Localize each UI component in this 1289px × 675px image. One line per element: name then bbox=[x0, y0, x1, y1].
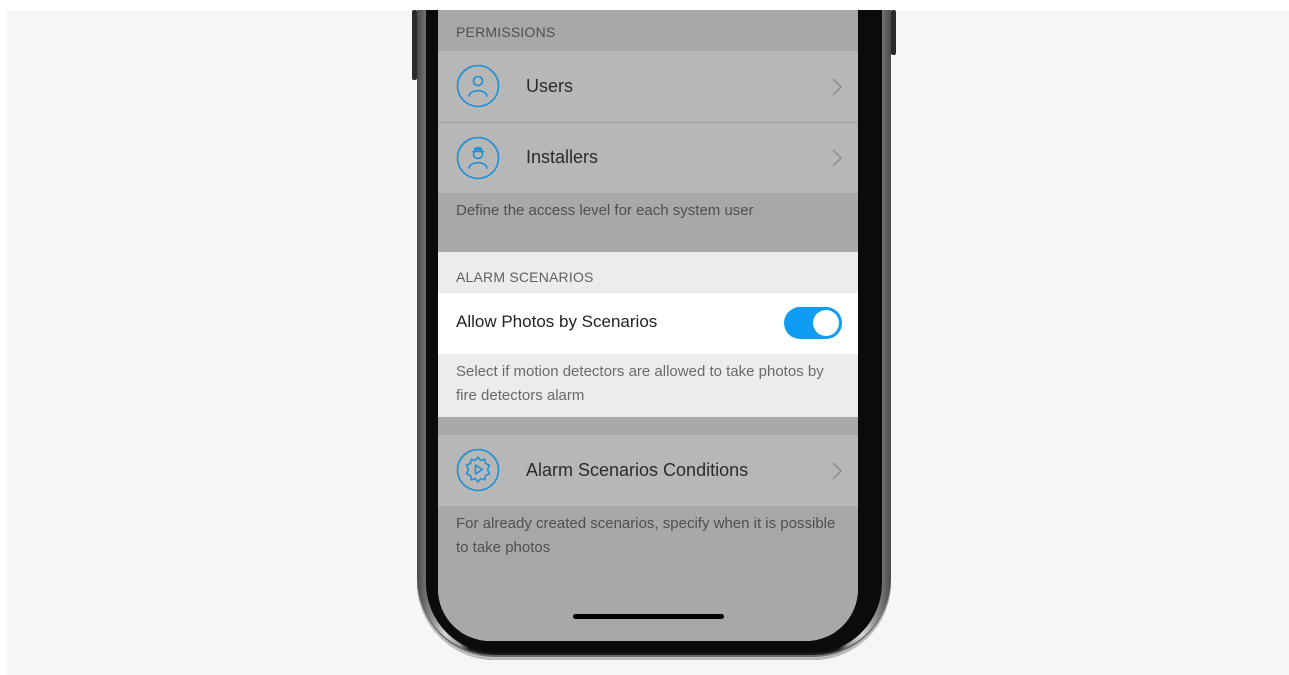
section-gap bbox=[438, 417, 858, 435]
scenario-gear-play-icon bbox=[456, 448, 500, 492]
alarm-scenarios-footnote-area: Select if motion detectors are allowed t… bbox=[438, 354, 858, 417]
list-item-alarm-scenarios-conditions[interactable]: Alarm Scenarios Conditions bbox=[438, 435, 858, 506]
section-header-alarm-scenarios: ALARM SCENARIOS bbox=[438, 252, 858, 293]
installer-icon bbox=[456, 136, 500, 180]
permissions-footnote: Define the access level for each system … bbox=[456, 202, 754, 219]
chevron-right-icon bbox=[832, 149, 842, 167]
allow-photos-row[interactable]: Allow Photos by Scenarios bbox=[438, 293, 858, 354]
home-indicator[interactable] bbox=[573, 614, 724, 619]
list-item-installers[interactable]: Installers bbox=[438, 123, 858, 193]
alarm-scenarios-conditions-label: Alarm Scenarios Conditions bbox=[526, 460, 749, 480]
phone-screen: PERMISSIONS Users Installers Define the … bbox=[438, 10, 858, 641]
chevron-right-icon bbox=[832, 462, 842, 480]
section-header-permissions: PERMISSIONS bbox=[438, 10, 858, 51]
user-icon bbox=[456, 64, 500, 108]
allow-photos-toggle[interactable] bbox=[784, 307, 842, 339]
chevron-right-icon bbox=[832, 78, 842, 96]
permissions-footnote-area: Define the access level for each system … bbox=[438, 193, 858, 252]
list-item-users[interactable]: Users bbox=[438, 51, 858, 122]
users-label: Users bbox=[526, 76, 574, 96]
allow-photos-label: Allow Photos by Scenarios bbox=[456, 312, 658, 331]
phone-side-button-right bbox=[891, 10, 896, 55]
toggle-knob bbox=[813, 310, 839, 336]
conditions-footnote: For already created scenarios, specify w… bbox=[456, 515, 836, 556]
conditions-footnote-area: For already created scenarios, specify w… bbox=[438, 506, 858, 641]
alarm-scenarios-footnote: Select if motion detectors are allowed t… bbox=[456, 363, 824, 404]
installers-label: Installers bbox=[526, 147, 599, 167]
page-background: PERMISSIONS Users Installers Define the … bbox=[7, 10, 1289, 675]
